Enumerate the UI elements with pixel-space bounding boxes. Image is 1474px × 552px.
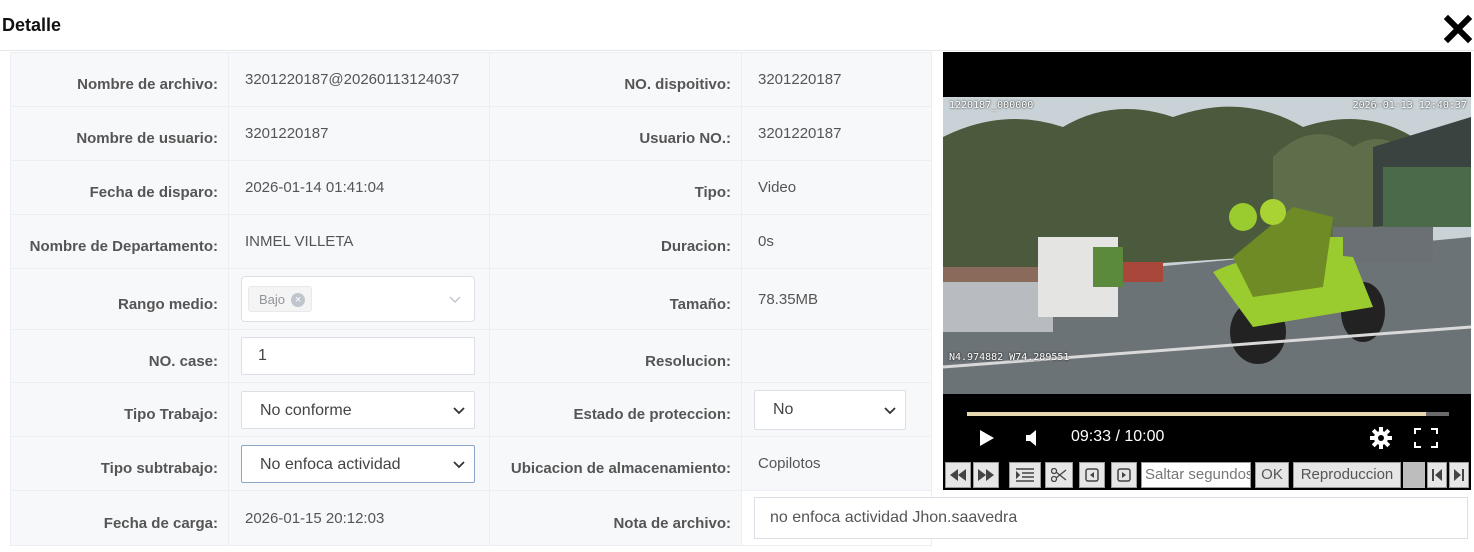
type-value: Video	[741, 160, 932, 215]
username-label: Nombre de usuario:	[10, 106, 229, 161]
table-row: Fecha de disparo: 2026-01-14 01:41:04 Ti…	[10, 160, 932, 215]
subwork-type-select[interactable]: No enfoca actividad	[241, 444, 475, 483]
table-row: Fecha de carga: 2026-01-15 20:12:03 Nota…	[10, 490, 1468, 546]
progress-bar[interactable]	[967, 412, 1449, 416]
detail-table: Nombre de archivo: 3201220187@2026011312…	[10, 52, 1468, 546]
prev-frame-icon	[1085, 468, 1099, 482]
case-no-input[interactable]: 1	[241, 337, 475, 375]
subwork-type-label: Tipo subtrabajo:	[10, 436, 229, 491]
filename-label: Nombre de archivo:	[10, 52, 229, 107]
cut-button[interactable]	[1045, 462, 1073, 488]
case-cell: 1	[228, 329, 490, 383]
play-icon[interactable]	[979, 429, 995, 447]
size-value: 78.35MB	[741, 268, 932, 330]
subwork-type-cell: No enfoca actividad	[228, 436, 490, 491]
storage-location-value: Copilotos	[741, 436, 932, 491]
toolbar-spacer	[1403, 462, 1425, 488]
gear-icon[interactable]	[1370, 427, 1392, 449]
dialog-header: Detalle	[0, 0, 1474, 51]
video-scene	[943, 97, 1471, 394]
device-no-value: 3201220187	[741, 52, 932, 107]
skip-end-button[interactable]	[1449, 462, 1469, 488]
ok-button[interactable]: OK	[1255, 462, 1289, 488]
protection-cell: No	[741, 382, 932, 437]
table-row: Nombre de Departamento: INMEL VILLETA Du…	[10, 214, 932, 269]
file-note-label: Nota de archivo:	[489, 490, 742, 546]
chevron-down-icon	[449, 296, 461, 303]
progress-fill	[967, 412, 1427, 416]
department-label: Nombre de Departamento:	[10, 214, 229, 269]
tag-close-icon[interactable]: ×	[291, 292, 306, 307]
file-note-input[interactable]: no enfoca actividad Jhon.saavedra	[754, 497, 1468, 539]
player-toolbar: Saltar segundos OK Reproduccion	[943, 460, 1471, 490]
dialog-title: Detalle	[2, 15, 62, 35]
rewind-icon	[950, 469, 966, 481]
user-no-value: 3201220187	[741, 106, 932, 161]
time-display: 09:33 / 10:00	[1071, 428, 1165, 445]
table-row: NO. case: 1 Resolucion:	[10, 329, 932, 383]
device-no-label: NO. dispoitivo:	[489, 52, 742, 107]
duration-label: Duracion:	[489, 214, 742, 269]
user-no-label: Usuario NO.:	[489, 106, 742, 161]
scissors-icon	[1050, 467, 1067, 483]
protection-select[interactable]: No	[754, 389, 906, 430]
volume-icon[interactable]	[1025, 430, 1041, 446]
skip-start-button[interactable]	[1427, 462, 1447, 488]
range-cell: Bajo ×	[228, 268, 490, 330]
fullscreen-icon[interactable]	[1414, 428, 1438, 448]
upload-date-label: Fecha de carga:	[10, 490, 229, 546]
duration-value: 0s	[741, 214, 932, 269]
type-label: Tipo:	[489, 160, 742, 215]
rewind-button[interactable]	[945, 462, 971, 488]
work-type-label: Tipo Trabajo:	[10, 382, 229, 437]
department-value: INMEL VILLETA	[228, 214, 490, 269]
storage-location-label: Ubicacion de almacenamiento:	[489, 436, 742, 491]
file-note-cell: no enfoca actividad Jhon.saavedra	[741, 490, 1468, 546]
osd-timestamp: 2026-01-13 12:40:37	[1352, 100, 1467, 111]
range-select[interactable]: Bajo ×	[241, 276, 475, 322]
close-icon[interactable]	[1444, 12, 1472, 46]
protection-label: Estado de proteccion:	[489, 382, 742, 437]
range-tag: Bajo ×	[248, 286, 313, 312]
work-type-cell: No conforme	[228, 382, 490, 437]
list-icon	[1015, 468, 1034, 482]
table-row: Rango medio: Bajo × Tamaño: 78.35MB	[10, 268, 932, 330]
range-label: Rango medio:	[10, 268, 229, 330]
skip-start-icon	[1432, 469, 1442, 481]
resolution-label: Resolucion:	[489, 329, 742, 383]
playlist-button[interactable]	[1009, 462, 1041, 488]
next-frame-button[interactable]	[1111, 462, 1137, 488]
chevron-down-icon	[453, 406, 465, 414]
table-row: Nombre de usuario: 3201220187 Usuario NO…	[10, 106, 932, 161]
table-row: Nombre de archivo: 3201220187@2026011312…	[10, 52, 932, 107]
playback-button[interactable]: Reproduccion	[1293, 462, 1401, 488]
osd-gps: N4.974882 W74.289551	[949, 352, 1070, 363]
video-frame[interactable]: 1220187_000000 2026-01-13 12:40:37 N4.97…	[943, 97, 1471, 394]
filename-value: 3201220187@20260113124037	[228, 52, 490, 107]
username-value: 3201220187	[228, 106, 490, 161]
resolution-value	[741, 329, 932, 383]
work-type-select[interactable]: No conforme	[241, 390, 475, 429]
fast-forward-button[interactable]	[973, 462, 999, 488]
trigger-date-value: 2026-01-14 01:41:04	[228, 160, 490, 215]
chevron-down-icon	[453, 460, 465, 468]
upload-date-value: 2026-01-15 20:12:03	[228, 490, 490, 546]
video-player[interactable]: 1220187_000000 2026-01-13 12:40:37 N4.97…	[943, 52, 1471, 490]
seek-seconds-input[interactable]: Saltar segundos	[1141, 462, 1251, 488]
table-row: Tipo subtrabajo: No enfoca actividad Ubi…	[10, 436, 932, 491]
next-frame-icon	[1117, 468, 1131, 482]
case-no-label: NO. case:	[10, 329, 229, 383]
range-tag-label: Bajo	[259, 292, 286, 307]
chevron-down-icon	[884, 406, 896, 414]
table-row: Tipo Trabajo: No conforme Estado de prot…	[10, 382, 932, 437]
skip-end-icon	[1454, 469, 1464, 481]
prev-frame-button[interactable]	[1079, 462, 1105, 488]
trigger-date-label: Fecha de disparo:	[10, 160, 229, 215]
fast-forward-icon	[978, 469, 994, 481]
size-label: Tamaño:	[489, 268, 742, 330]
osd-device-id: 1220187_000000	[949, 100, 1034, 111]
